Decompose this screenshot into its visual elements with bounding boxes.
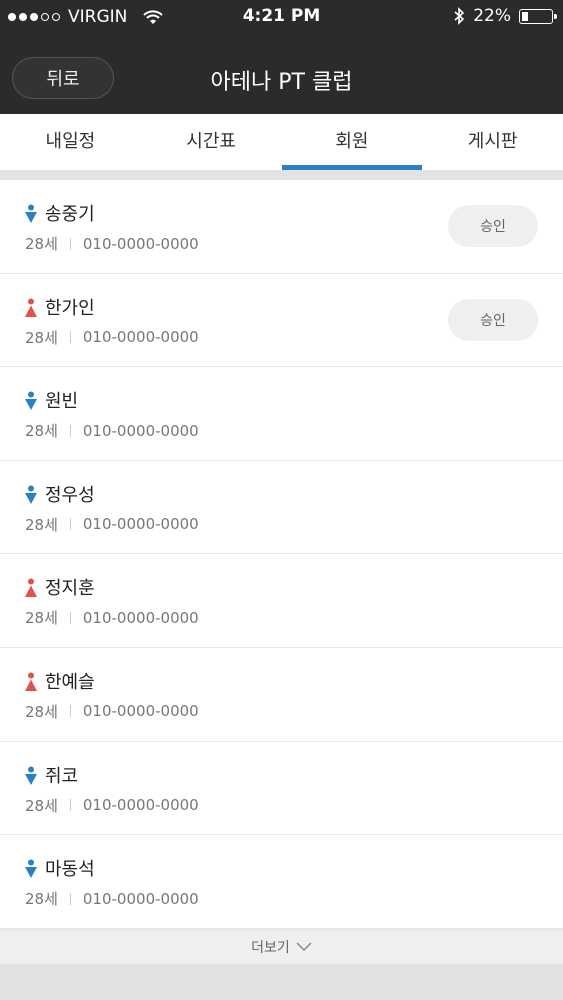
approve-button[interactable]: 승인 bbox=[448, 298, 538, 341]
member-phone: 010-0000-0000 bbox=[82, 234, 199, 253]
meta-divider bbox=[69, 424, 71, 437]
member-name: 정지훈 bbox=[45, 578, 95, 600]
battery-fill bbox=[522, 11, 529, 21]
page-title: 아테나 PT 클럽 bbox=[210, 70, 353, 95]
male-person-icon bbox=[25, 204, 37, 223]
status-bar: VIRGIN 4:21 PM 22% bbox=[0, 0, 563, 34]
member-meta: 28세 010-0000-0000 bbox=[25, 888, 199, 909]
approve-button[interactable]: 승인 bbox=[448, 205, 538, 247]
member-phone: 010-0000-0000 bbox=[82, 889, 199, 908]
member-age: 28세 bbox=[25, 796, 58, 815]
member-meta: 28세 010-0000-0000 bbox=[25, 607, 199, 628]
nav-bar: 뒤로 아테나 PT 클럽 bbox=[0, 34, 563, 114]
member-name: 한가인 bbox=[45, 297, 95, 319]
member-age: 28세 bbox=[25, 515, 58, 534]
member-meta: 28세 010-0000-0000 bbox=[25, 233, 199, 254]
member-meta: 28세 010-0000-0000 bbox=[25, 514, 199, 535]
battery-nub bbox=[554, 13, 557, 19]
meta-divider bbox=[69, 237, 71, 250]
back-button[interactable]: 뒤로 bbox=[12, 57, 114, 99]
meta-divider bbox=[69, 611, 71, 624]
meta-divider bbox=[69, 705, 71, 718]
bluetooth-icon bbox=[454, 7, 465, 25]
female-person-icon bbox=[25, 672, 37, 691]
member-name: 송중기 bbox=[45, 204, 95, 225]
member-age: 28세 bbox=[25, 702, 58, 721]
member-name: 정우성 bbox=[45, 484, 95, 506]
meta-divider bbox=[69, 799, 71, 812]
battery-icon bbox=[519, 8, 557, 24]
status-right: 22% bbox=[453, 6, 557, 26]
meta-divider bbox=[69, 518, 71, 531]
member-row[interactable]: 송중기 28세 010-0000-0000 승인 bbox=[0, 180, 563, 274]
chevron-down-icon bbox=[296, 942, 312, 952]
load-more-button[interactable]: 더보기 bbox=[0, 930, 563, 964]
member-row[interactable]: 한예슬 28세 010-0000-0000 bbox=[0, 648, 563, 742]
member-name: 한예슬 bbox=[45, 671, 95, 693]
tab-timetable[interactable]: 시간표 bbox=[141, 114, 282, 170]
member-age: 28세 bbox=[25, 235, 58, 253]
member-age: 28세 bbox=[25, 890, 58, 909]
male-person-icon bbox=[25, 766, 37, 785]
member-row[interactable]: 정우성 28세 010-0000-0000 bbox=[0, 461, 563, 555]
member-phone: 010-0000-0000 bbox=[82, 608, 199, 627]
tab-divider bbox=[0, 170, 563, 180]
member-phone: 010-0000-0000 bbox=[82, 515, 199, 534]
member-phone: 010-0000-0000 bbox=[82, 702, 199, 721]
member-meta: 28세 010-0000-0000 bbox=[25, 795, 199, 816]
male-person-icon bbox=[25, 485, 37, 504]
member-phone: 010-0000-0000 bbox=[82, 421, 199, 440]
meta-divider bbox=[69, 331, 71, 344]
battery-percent: 22% bbox=[473, 6, 511, 26]
member-age: 28세 bbox=[25, 609, 58, 628]
member-phone: 010-0000-0000 bbox=[82, 796, 199, 815]
meta-divider bbox=[69, 892, 71, 905]
member-meta: 28세 010-0000-0000 bbox=[25, 701, 199, 722]
member-age: 28세 bbox=[25, 328, 58, 347]
member-phone: 010-0000-0000 bbox=[82, 328, 199, 347]
member-row[interactable]: 쥐코 28세 010-0000-0000 bbox=[0, 742, 563, 836]
member-meta: 28세 010-0000-0000 bbox=[25, 420, 199, 441]
member-row[interactable]: 원빈 28세 010-0000-0000 bbox=[0, 367, 563, 461]
member-row[interactable]: 한가인 28세 010-0000-0000 승인 bbox=[0, 274, 563, 368]
member-name: 원빈 bbox=[45, 391, 79, 413]
female-person-icon bbox=[25, 578, 37, 598]
member-name: 쥐코 bbox=[45, 765, 79, 787]
member-meta: 28세 010-0000-0000 bbox=[25, 327, 199, 348]
tab-my-schedule[interactable]: 내일정 bbox=[0, 114, 141, 170]
load-more-label: 더보기 bbox=[251, 940, 290, 956]
bottom-area bbox=[0, 964, 563, 1000]
male-person-icon bbox=[25, 859, 37, 879]
tab-board[interactable]: 게시판 bbox=[422, 114, 563, 170]
member-list: 송중기 28세 010-0000-0000 승인 한가인 28세 010-000… bbox=[0, 180, 563, 929]
male-person-icon bbox=[25, 391, 37, 411]
member-age: 28세 bbox=[25, 422, 58, 441]
tab-members[interactable]: 회원 bbox=[281, 114, 423, 170]
member-row[interactable]: 마동석 28세 010-0000-0000 bbox=[0, 835, 563, 929]
member-name: 마동석 bbox=[45, 859, 95, 881]
female-person-icon bbox=[25, 298, 37, 317]
tab-bar: 내일정 시간표 회원 게시판 bbox=[0, 114, 563, 170]
member-row[interactable]: 정지훈 28세 010-0000-0000 bbox=[0, 554, 563, 648]
